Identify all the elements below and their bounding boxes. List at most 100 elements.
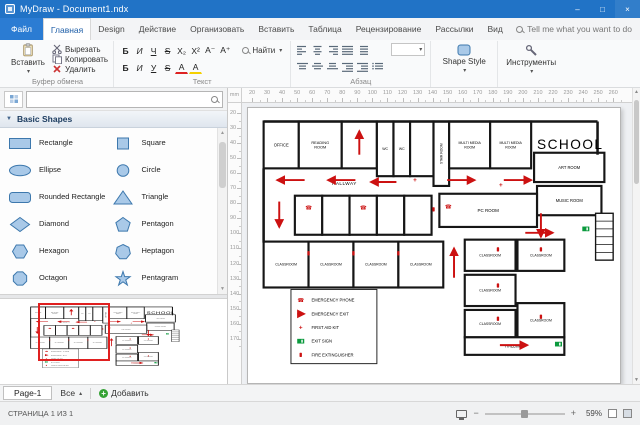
align-center-icon[interactable] (311, 45, 325, 57)
zoom-slider[interactable] (485, 413, 565, 415)
canvas-region: mm 2030405060708090100110120130140150160… (228, 88, 640, 384)
shapes-panel-header[interactable]: ▼ Basic Shapes (0, 111, 227, 128)
shape-octagon[interactable]: Octagon (8, 265, 111, 292)
valign-bottom-icon[interactable] (326, 62, 340, 74)
format-button-Ч[interactable]: Ч (147, 44, 160, 57)
tab-Рассылки[interactable]: Рассылки (428, 18, 480, 40)
indent-decrease-icon[interactable] (341, 62, 355, 74)
shape-pentagram[interactable]: Pentagram (111, 265, 214, 292)
search-icon (516, 26, 523, 33)
tell-me-search[interactable]: Tell me what you want to do (516, 18, 640, 40)
copy-button[interactable]: Копировать (52, 54, 108, 64)
shape-label: Pentagon (142, 220, 174, 228)
format-button-Б[interactable]: Б (119, 44, 132, 57)
zoom-in-button[interactable]: + (571, 409, 576, 418)
shapes-sidebar: ▼ Basic Shapes Rectangle SquareEllipseCir… (0, 88, 228, 384)
svg-text:MUSIC ROOM: MUSIC ROOM (556, 198, 584, 203)
viewport-indicator[interactable] (38, 303, 110, 361)
svg-text:EXIT SIGN: EXIT SIGN (311, 339, 332, 344)
tab-Design[interactable]: Design (91, 18, 131, 40)
format-button-И[interactable]: И (133, 44, 146, 57)
find-label: Найти (252, 46, 275, 55)
copy-label: Копировать (65, 55, 108, 64)
tools-button[interactable]: Инструменты ▾ (503, 43, 559, 75)
scroll-down-icon[interactable]: ▼ (218, 286, 227, 292)
scroll-up-icon[interactable]: ▲ (633, 89, 640, 95)
vertical-scrollbar[interactable]: ▲ ▼ (632, 88, 640, 384)
format-button-А⁺[interactable]: А⁺ (218, 44, 232, 57)
format-button-S[interactable]: S (161, 61, 174, 74)
indent-increase-icon[interactable] (356, 62, 370, 74)
tab-Таблица[interactable]: Таблица (301, 18, 348, 40)
shape-search-input[interactable] (31, 95, 208, 104)
fit-width-icon[interactable] (623, 409, 632, 418)
tab-Главная[interactable]: Главная (43, 18, 91, 40)
align-right-icon[interactable] (326, 45, 340, 57)
paste-button[interactable]: Вставить ▾ (7, 43, 49, 75)
floor-plan-canvas[interactable]: OFFICEREADINGROOMWCWCSTAIR ROOMMULTI MED… (248, 108, 620, 383)
tab-Действие[interactable]: Действие (132, 18, 183, 40)
tab-Вставить[interactable]: Вставить (251, 18, 301, 40)
fit-page-icon[interactable] (608, 409, 617, 418)
shapes-scrollbar[interactable]: ▲ ▼ (217, 128, 227, 294)
format-button-X₂[interactable]: X₂ (175, 44, 188, 57)
mydraw-window: { "window": { "title": "MyDraw - Documen… (0, 0, 640, 425)
shape-circle[interactable]: Circle (111, 157, 214, 184)
format-button-А[interactable]: А (175, 61, 188, 74)
shape-rectangle[interactable]: Rectangle (8, 130, 111, 157)
valign-top-icon[interactable] (296, 62, 310, 74)
shape-search-icon[interactable] (211, 96, 218, 103)
svg-text:CLASSROOM: CLASSROOM (479, 253, 501, 257)
zoom-out-button[interactable]: − (473, 409, 478, 418)
app-logo-icon (5, 4, 15, 14)
tab-Организовать[interactable]: Организовать (183, 18, 251, 40)
paragraph-row1 (296, 43, 385, 58)
svg-text:☎: ☎ (445, 204, 452, 210)
all-pages-button[interactable]: Все ▴ (55, 388, 87, 398)
svg-text:PC ROOM: PC ROOM (477, 208, 499, 213)
valign-middle-icon[interactable] (311, 62, 325, 74)
scroll-down-icon[interactable]: ▼ (633, 377, 640, 383)
zoom-slider-thumb[interactable] (521, 410, 528, 418)
tab-file[interactable]: Файл (0, 18, 43, 40)
shape-hexagon[interactable]: Hexagon (8, 238, 111, 265)
window-controls: – □ × (565, 0, 640, 18)
tab-Рецензирование[interactable]: Рецензирование (349, 18, 429, 40)
page-tab-1[interactable]: Page-1 (3, 386, 52, 400)
shape-style-button[interactable]: Shape Style ▾ (436, 43, 492, 75)
shape-diamond[interactable]: Diamond (8, 211, 111, 238)
shape-pentagon[interactable]: Pentagon (111, 211, 214, 238)
format-button-У[interactable]: У (147, 61, 160, 74)
presentation-mode-icon[interactable] (456, 410, 467, 418)
bullet-list-icon[interactable] (371, 62, 385, 74)
close-button[interactable]: × (615, 0, 640, 18)
format-button-X²[interactable]: X² (189, 44, 202, 57)
shape-label: Rectangle (39, 139, 73, 147)
line-spacing-icon[interactable] (356, 45, 370, 57)
maximize-button[interactable]: □ (590, 0, 615, 18)
find-button[interactable]: Найти ▾ (239, 43, 285, 57)
format-button-S[interactable]: S (161, 44, 174, 57)
format-button-А[interactable]: А (189, 61, 202, 74)
format-button-Б[interactable]: Б (119, 61, 132, 74)
scroll-up-icon[interactable]: ▲ (218, 130, 227, 136)
style-dropdown[interactable]: ▾ (391, 43, 425, 56)
minimize-button[interactable]: – (565, 0, 590, 18)
svg-text:STAIR ROOM: STAIR ROOM (439, 143, 443, 164)
format-button-А⁻[interactable]: А⁻ (203, 44, 217, 57)
align-justify-icon[interactable] (341, 45, 355, 57)
cut-button[interactable]: Вырезать (52, 44, 108, 54)
add-page-button[interactable]: + Добавить (94, 388, 154, 398)
scrollbar-thumb[interactable] (219, 142, 226, 188)
shape-heptagon[interactable]: Heptagon (111, 238, 214, 265)
shape-ellipse[interactable]: Ellipse (8, 157, 111, 184)
delete-button[interactable]: Удалить (52, 64, 108, 74)
tab-Вид[interactable]: Вид (481, 18, 510, 40)
shape-triangle[interactable]: Triangle (111, 184, 214, 211)
align-left-icon[interactable] (296, 45, 310, 57)
shape-rounded-rectangle[interactable]: Rounded Rectangle (8, 184, 111, 211)
shape-square[interactable]: Square (111, 130, 214, 157)
format-button-И[interactable]: И (133, 61, 146, 74)
library-button[interactable] (4, 91, 23, 108)
scrollbar-thumb[interactable] (634, 100, 639, 184)
